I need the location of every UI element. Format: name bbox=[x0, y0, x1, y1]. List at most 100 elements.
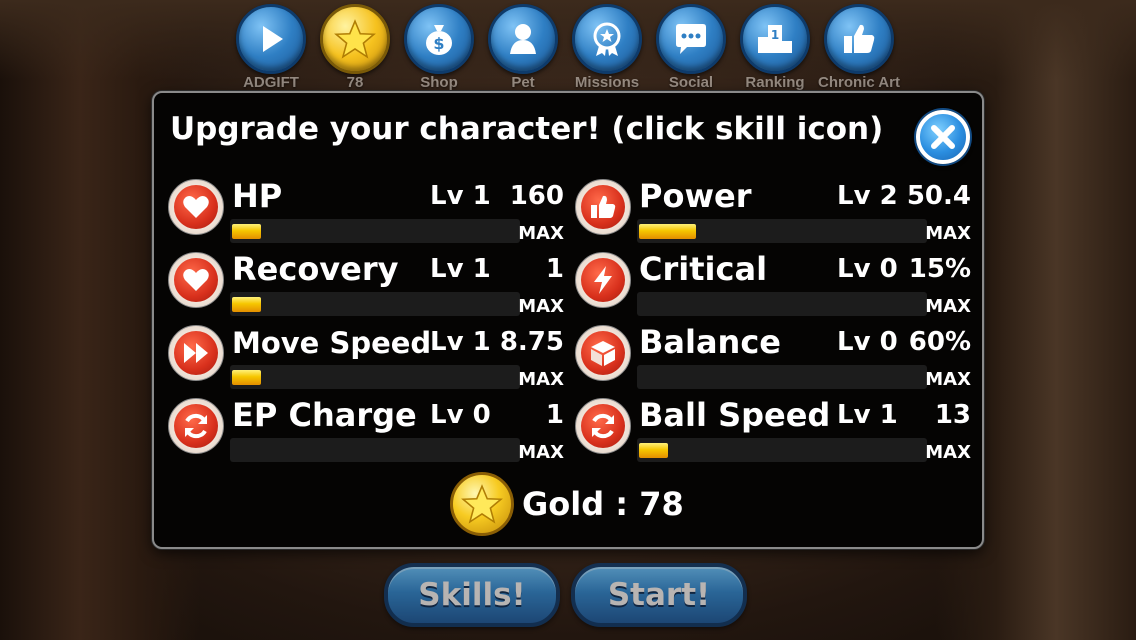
heart-icon bbox=[183, 269, 209, 291]
refresh-icon bbox=[185, 413, 207, 439]
skill-max-label: MAX bbox=[925, 442, 971, 463]
menu-label: Ranking bbox=[745, 74, 805, 91]
modal-title: Upgrade your character! (click skill ico… bbox=[170, 111, 884, 147]
menu-label: Pet bbox=[511, 74, 535, 91]
skill-value: 15% bbox=[908, 254, 971, 284]
skill-move-speed-button[interactable] bbox=[168, 325, 224, 381]
skill-recovery: Recovery Lv 1 1 MAX bbox=[168, 250, 568, 318]
close-icon[interactable] bbox=[929, 123, 957, 151]
skill-progress-bar bbox=[230, 219, 520, 243]
skill-ball-speed-button[interactable] bbox=[575, 398, 631, 454]
chat-bubble-icon[interactable] bbox=[656, 4, 726, 74]
skill-name: Recovery bbox=[232, 250, 399, 288]
skill-ep-charge: EP Charge Lv 0 1 MAX bbox=[168, 396, 568, 464]
menu-stars[interactable]: 78 bbox=[316, 4, 394, 96]
menu-label: 78 bbox=[346, 74, 364, 91]
skill-value: 1 bbox=[545, 254, 564, 284]
star-icon[interactable] bbox=[320, 4, 390, 74]
skill-value: 1 bbox=[545, 400, 564, 430]
skill-name: Ball Speed bbox=[639, 396, 831, 434]
menu-pet[interactable]: Pet bbox=[484, 4, 562, 96]
skill-level: Lv 1 bbox=[430, 327, 491, 357]
skill-critical: Critical Lv 0 15% MAX bbox=[575, 250, 975, 318]
gold-amount: Gold : 78 bbox=[522, 485, 684, 523]
skill-power-button[interactable] bbox=[575, 179, 631, 235]
upgrade-modal: Upgrade your character! (click skill ico… bbox=[152, 91, 984, 549]
skill-level: Lv 1 bbox=[837, 400, 898, 430]
skill-max-label: MAX bbox=[925, 223, 971, 244]
svg-text:1: 1 bbox=[771, 28, 779, 42]
close-button[interactable] bbox=[916, 110, 970, 164]
skill-name: Balance bbox=[639, 323, 781, 361]
skill-recovery-button[interactable] bbox=[168, 252, 224, 308]
menu-label: Chronic Art bbox=[818, 74, 900, 91]
skill-level: Lv 0 bbox=[837, 254, 898, 284]
skill-name: HP bbox=[232, 177, 283, 215]
refresh-icon bbox=[592, 413, 614, 439]
menu-social[interactable]: Social bbox=[652, 4, 730, 96]
skill-name: Move Speed bbox=[232, 326, 432, 360]
top-menu: ADGIFT 78 $ Shop Pet Missions Social 1 R bbox=[232, 4, 900, 96]
menu-label: Shop bbox=[420, 74, 458, 91]
skill-progress-fill bbox=[639, 224, 696, 239]
money-bag-icon[interactable]: $ bbox=[404, 4, 474, 74]
skills-button[interactable]: Skills! bbox=[384, 563, 560, 627]
heart-icon bbox=[183, 196, 209, 218]
pet-icon[interactable] bbox=[488, 4, 558, 74]
menu-ranking[interactable]: 1 Ranking bbox=[736, 4, 814, 96]
skill-max-label: MAX bbox=[925, 369, 971, 390]
menu-chronic-art[interactable]: Chronic Art bbox=[818, 4, 900, 96]
skill-progress-fill bbox=[639, 443, 668, 458]
skill-name: Critical bbox=[639, 250, 768, 288]
thumbs-up-icon[interactable] bbox=[824, 4, 894, 74]
menu-shop[interactable]: $ Shop bbox=[400, 4, 478, 96]
menu-missions[interactable]: Missions bbox=[568, 4, 646, 96]
skill-progress-fill bbox=[232, 297, 261, 312]
menu-label: Social bbox=[668, 74, 714, 91]
cube-icon bbox=[591, 341, 615, 366]
skill-level: Lv 2 bbox=[837, 181, 898, 211]
skill-value: 8.75 bbox=[499, 327, 564, 357]
skill-progress-bar bbox=[230, 365, 520, 389]
play-icon[interactable] bbox=[236, 4, 306, 74]
svg-text:$: $ bbox=[433, 34, 444, 53]
skill-progress-bar bbox=[230, 438, 520, 462]
skill-level: Lv 1 bbox=[430, 254, 491, 284]
skill-balance: Balance Lv 0 60% MAX bbox=[575, 323, 975, 391]
gold-star-coin-icon bbox=[450, 472, 514, 536]
lightning-icon bbox=[594, 266, 612, 294]
skill-power: Power Lv 2 50.4 MAX bbox=[575, 177, 975, 245]
skill-level: Lv 0 bbox=[430, 400, 491, 430]
skill-max-label: MAX bbox=[925, 296, 971, 317]
skill-ball-speed: Ball Speed Lv 1 13 MAX bbox=[575, 396, 975, 464]
skill-progress-bar bbox=[637, 438, 927, 462]
skill-max-label: MAX bbox=[518, 442, 564, 463]
skill-value: 50.4 bbox=[906, 181, 971, 211]
skill-name: EP Charge bbox=[232, 396, 417, 434]
skill-max-label: MAX bbox=[518, 296, 564, 317]
skill-progress-bar bbox=[230, 292, 520, 316]
skill-balance-button[interactable] bbox=[575, 325, 631, 381]
skill-value: 13 bbox=[934, 400, 971, 430]
skill-hp: HP Lv 1 160 MAX bbox=[168, 177, 568, 245]
skill-level: Lv 0 bbox=[837, 327, 898, 357]
menu-adgift[interactable]: ADGIFT bbox=[232, 4, 310, 96]
fast-forward-icon bbox=[184, 343, 208, 363]
skill-move-speed: Move Speed Lv 1 8.75 MAX bbox=[168, 325, 568, 391]
thumbs-up-icon bbox=[591, 195, 616, 218]
start-button[interactable]: Start! bbox=[571, 563, 747, 627]
skill-value: 60% bbox=[908, 327, 971, 357]
skill-ep-charge-button[interactable] bbox=[168, 398, 224, 454]
gold-display: Gold : 78 bbox=[450, 471, 684, 537]
skill-progress-fill bbox=[232, 224, 261, 239]
podium-icon[interactable]: 1 bbox=[740, 4, 810, 74]
menu-label: Missions bbox=[574, 74, 640, 91]
skill-max-label: MAX bbox=[518, 223, 564, 244]
skill-progress-fill bbox=[232, 370, 261, 385]
skill-progress-bar bbox=[637, 219, 927, 243]
skill-value: 160 bbox=[509, 181, 564, 211]
skill-critical-button[interactable] bbox=[575, 252, 631, 308]
medal-icon[interactable] bbox=[572, 4, 642, 74]
skill-name: Power bbox=[639, 177, 752, 215]
skill-hp-button[interactable] bbox=[168, 179, 224, 235]
